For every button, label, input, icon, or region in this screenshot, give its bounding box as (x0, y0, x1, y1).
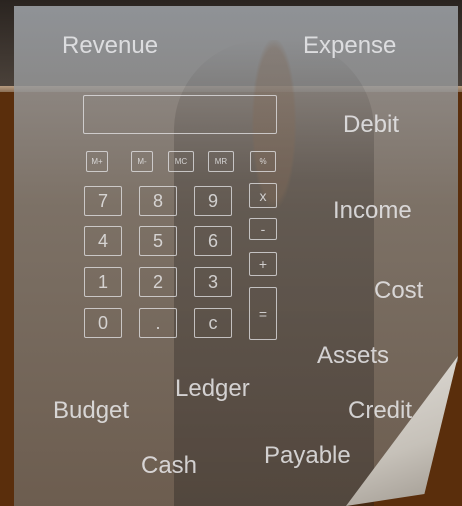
word-debit: Debit (343, 111, 400, 138)
digit-key-1: 1 (84, 267, 122, 297)
word-expense: Expense (303, 32, 397, 59)
word-cost: Cost (374, 277, 424, 304)
word-ledger: Ledger (175, 375, 250, 402)
word-income: Income (333, 197, 412, 224)
digit-key-2: 2 (139, 267, 177, 297)
word-revenue: Revenue (62, 32, 159, 59)
memory-plus-key: M+ (86, 151, 108, 172)
memory-clear-key: MC (168, 151, 194, 172)
multiply-key: x (249, 183, 277, 208)
word-credit: Credit (348, 397, 413, 424)
word-assets: Assets (317, 342, 390, 369)
minus-key: - (249, 218, 277, 240)
clear-key: c (194, 308, 232, 338)
digit-key-9: 9 (194, 186, 232, 216)
photo-scene: M+ M- MC MR % 7 8 9 4 5 6 1 2 3 0 . c x … (0, 0, 462, 506)
percent-key: % (250, 151, 276, 172)
memory-minus-key: M- (131, 151, 153, 172)
digit-key-5: 5 (139, 226, 177, 256)
digit-key-7: 7 (84, 186, 122, 216)
digit-key-8: 8 (139, 186, 177, 216)
decimal-key: . (139, 308, 177, 338)
word-cash: Cash (141, 452, 198, 479)
plus-key: + (249, 252, 277, 276)
word-payable: Payable (264, 442, 351, 469)
memory-recall-key: MR (208, 151, 234, 172)
digit-key-0: 0 (84, 308, 122, 338)
word-budget: Budget (53, 397, 130, 424)
digit-key-3: 3 (194, 267, 232, 297)
calculator-display (83, 95, 277, 134)
digit-key-4: 4 (84, 226, 122, 256)
equals-key: = (249, 287, 277, 340)
digit-key-6: 6 (194, 226, 232, 256)
